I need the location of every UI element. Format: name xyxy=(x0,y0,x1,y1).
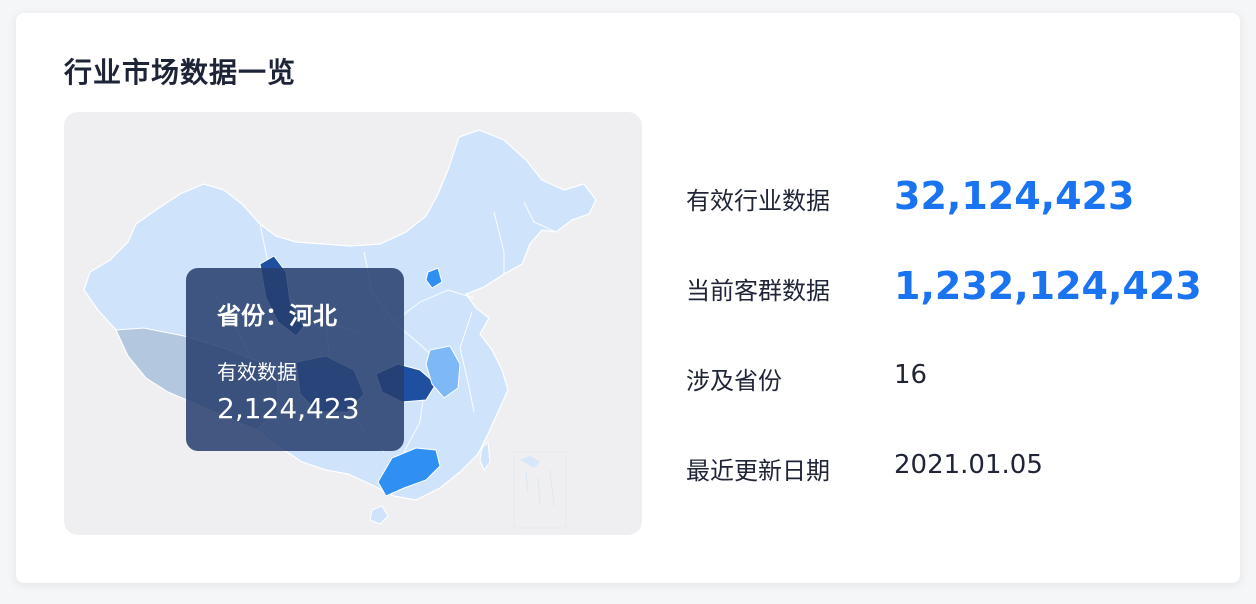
tooltip-metric-label: 有效数据 xyxy=(217,360,297,384)
market-data-card: 行业市场数据一览 省份：河北 有效数据 2,124,423 有效行业数据 32,… xyxy=(16,13,1240,583)
map-tooltip: 省份：河北 有效数据 2,124,423 xyxy=(186,268,404,451)
tooltip-metric-value: 2,124,423 xyxy=(217,392,360,425)
china-map-panel: 省份：河北 有效数据 2,124,423 xyxy=(64,112,642,535)
stat-label-provinces: 涉及省份 xyxy=(686,367,782,395)
card-title: 行业市场数据一览 xyxy=(64,56,297,89)
stat-value-current-customers: 1,232,124,423 xyxy=(894,264,1202,308)
stat-value-provinces: 16 xyxy=(894,360,928,390)
stat-label-last-updated: 最近更新日期 xyxy=(686,457,830,485)
south-sea-inset xyxy=(513,451,567,529)
stat-label-current-customers: 当前客群数据 xyxy=(686,277,830,305)
stat-label-valid-industry: 有效行业数据 xyxy=(686,187,830,215)
stat-value-valid-industry: 32,124,423 xyxy=(894,174,1135,218)
stat-value-last-updated: 2021.01.05 xyxy=(894,450,1043,480)
tooltip-province: 省份：河北 xyxy=(217,302,337,330)
region-hainan[interactable] xyxy=(369,505,389,525)
